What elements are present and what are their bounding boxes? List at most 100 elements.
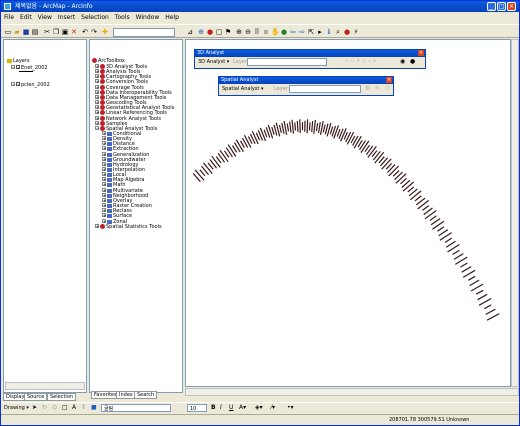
expand-icon[interactable]: + bbox=[95, 120, 99, 125]
analyst3d-dropdown[interactable]: 3D Analyst ▾ bbox=[198, 59, 229, 65]
identify-icon[interactable]: ℹ bbox=[325, 28, 333, 36]
measure-icon[interactable]: ⚡ bbox=[352, 28, 360, 36]
forward-icon[interactable]: ⇨ bbox=[298, 28, 306, 36]
checkbox-icon[interactable]: ✓ bbox=[16, 82, 20, 87]
expand-icon[interactable]: + bbox=[95, 223, 99, 228]
expand-icon[interactable]: − bbox=[95, 125, 99, 130]
map-scale-combo[interactable] bbox=[113, 28, 175, 37]
marker-color-icon[interactable]: •▾ bbox=[287, 404, 294, 411]
menu-selection[interactable]: Selection bbox=[81, 13, 109, 23]
toc-layer-pclen[interactable]: − ✓pclen_2002 bbox=[11, 82, 50, 88]
expand-icon[interactable]: + bbox=[95, 74, 99, 79]
copy-icon[interactable]: ❐ bbox=[52, 28, 60, 36]
expand-icon[interactable]: + bbox=[95, 64, 99, 69]
analyst3d-arcscene-icon[interactable]: ● bbox=[410, 58, 415, 65]
spatial-close-button[interactable]: × bbox=[386, 77, 392, 83]
font-name-combo[interactable]: 굴림 bbox=[101, 404, 171, 412]
save-icon[interactable]: ■ bbox=[22, 28, 30, 36]
minimize-button[interactable]: _ bbox=[487, 2, 496, 11]
expand-icon[interactable]: + bbox=[95, 115, 99, 120]
fill-color-icon[interactable]: ◈▾ bbox=[255, 404, 263, 411]
rectangle-icon[interactable]: □ bbox=[62, 404, 68, 411]
maximize-button[interactable]: □ bbox=[497, 2, 506, 11]
collapse-icon[interactable]: − bbox=[11, 82, 15, 87]
expand-icon[interactable]: + bbox=[95, 69, 99, 74]
expand-icon[interactable]: + bbox=[102, 197, 106, 202]
menu-file[interactable]: File bbox=[4, 13, 14, 23]
expand-icon[interactable]: + bbox=[102, 167, 106, 172]
toolbox-item[interactable]: + Spatial Statistics Tools bbox=[95, 223, 162, 230]
back-icon[interactable]: ⇦ bbox=[289, 28, 297, 36]
expand-icon[interactable]: + bbox=[95, 84, 99, 89]
underline-button[interactable]: U bbox=[229, 404, 233, 411]
analyst3d-close-button[interactable]: × bbox=[418, 50, 424, 56]
expand-icon[interactable]: + bbox=[102, 208, 106, 213]
text-tool-icon[interactable]: A bbox=[72, 404, 76, 411]
expand-icon[interactable]: + bbox=[102, 136, 106, 141]
map-vscrollbar[interactable] bbox=[511, 39, 519, 387]
editor-toolbar-icon[interactable]: ⊿ bbox=[186, 28, 194, 36]
expand-icon[interactable]: + bbox=[102, 130, 106, 135]
spatial-profile-icon[interactable]: ◫ bbox=[385, 85, 390, 91]
rotate-icon[interactable]: ↻ bbox=[42, 404, 47, 411]
toc-hscrollbar[interactable] bbox=[5, 382, 85, 390]
fixed-zoom-out-2-icon[interactable]: ⠶ bbox=[262, 28, 270, 36]
menu-window[interactable]: Window bbox=[136, 13, 160, 23]
spatial-dropdown[interactable]: Spatial Analyst ▾ bbox=[222, 86, 263, 92]
expand-icon[interactable]: + bbox=[102, 151, 106, 156]
menu-view[interactable]: View bbox=[38, 13, 52, 23]
tab-index[interactable]: Index bbox=[116, 391, 136, 399]
expand-icon[interactable]: + bbox=[102, 146, 106, 151]
pan-icon[interactable]: ✋ bbox=[271, 28, 280, 36]
analyst3d-layer-combo[interactable] bbox=[247, 58, 327, 66]
paste-icon[interactable]: ▣ bbox=[61, 28, 69, 36]
expand-icon[interactable]: + bbox=[102, 192, 106, 197]
checkbox-icon[interactable]: ✓ bbox=[16, 65, 20, 70]
italic-button[interactable]: I bbox=[220, 404, 222, 411]
expand-icon[interactable]: + bbox=[102, 203, 106, 208]
add-data-icon[interactable]: ✚ bbox=[101, 28, 109, 36]
delete-icon[interactable]: ✕ bbox=[70, 28, 78, 36]
drawing-menu[interactable]: Drawing ▾ bbox=[4, 405, 29, 411]
expand-icon[interactable]: + bbox=[95, 105, 99, 110]
analyst3d-globe-icon[interactable]: ◉ bbox=[400, 58, 405, 65]
spatial-contour-icon[interactable]: ≋ bbox=[375, 85, 379, 91]
new-icon[interactable]: ▭ bbox=[4, 28, 12, 36]
cut-icon[interactable]: ✂ bbox=[43, 28, 51, 36]
toolbox-icon[interactable]: ● bbox=[343, 28, 351, 36]
expand-icon[interactable]: + bbox=[102, 161, 106, 166]
font-size-combo[interactable]: 10 bbox=[187, 404, 207, 412]
spatial-layer-combo[interactable] bbox=[289, 85, 361, 93]
expand-icon[interactable]: + bbox=[102, 141, 106, 146]
map-hscrollbar[interactable] bbox=[185, 388, 519, 396]
expand-icon[interactable]: + bbox=[102, 187, 106, 192]
full-extent-icon[interactable]: ● bbox=[280, 28, 288, 36]
open-icon[interactable]: ▰ bbox=[13, 28, 21, 36]
expand-icon[interactable]: + bbox=[95, 89, 99, 94]
expand-icon[interactable]: + bbox=[95, 79, 99, 84]
expand-icon[interactable]: + bbox=[95, 110, 99, 115]
fixed-zoom-out-icon[interactable]: ⚑ bbox=[224, 28, 232, 36]
menu-edit[interactable]: Edit bbox=[20, 13, 32, 23]
zoom-in-icon[interactable]: ⊕ bbox=[197, 28, 205, 36]
expand-icon[interactable]: + bbox=[102, 177, 106, 182]
edit-vertices-icon[interactable]: ↕ bbox=[81, 404, 86, 411]
tab-source[interactable]: Source bbox=[24, 393, 48, 401]
bold-button[interactable]: B bbox=[211, 404, 216, 411]
find-icon[interactable]: ⌕ bbox=[334, 28, 342, 36]
spatial-histogram-icon[interactable]: ▥ bbox=[365, 85, 370, 91]
expand-icon[interactable]: + bbox=[95, 100, 99, 105]
collapse-icon[interactable]: − bbox=[11, 65, 15, 70]
tab-selection[interactable]: Selection bbox=[47, 393, 77, 401]
zoom-whole-page-icon[interactable]: ⊙ bbox=[52, 404, 57, 411]
tab-search[interactable]: Search bbox=[134, 391, 158, 399]
text-color-icon[interactable]: A▾ bbox=[239, 404, 246, 411]
expand-icon[interactable]: + bbox=[102, 182, 106, 187]
select-features-icon[interactable]: ⇱ bbox=[307, 28, 315, 36]
expand-icon[interactable]: + bbox=[102, 218, 106, 223]
zoom-tool-in-icon[interactable]: ⊕ bbox=[235, 28, 243, 36]
close-button[interactable]: × bbox=[507, 2, 516, 11]
zoom-out-icon[interactable]: ● bbox=[206, 28, 214, 36]
expand-icon[interactable]: + bbox=[102, 156, 106, 161]
menu-tools[interactable]: Tools bbox=[115, 13, 130, 23]
